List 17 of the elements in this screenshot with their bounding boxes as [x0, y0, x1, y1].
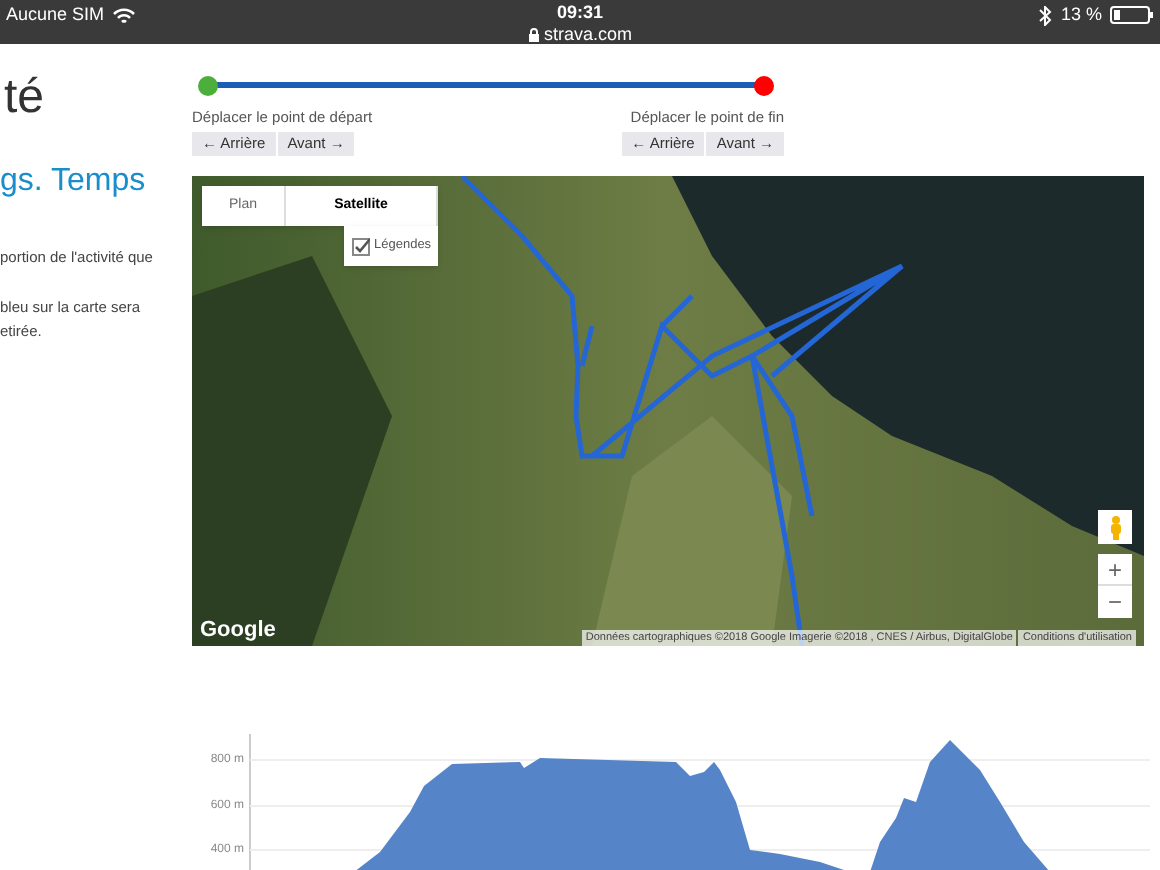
wifi-icon — [112, 6, 137, 25]
map-logo: Google — [200, 618, 276, 645]
section-heading: gs. Temps — [0, 162, 148, 202]
page-title: té — [4, 70, 47, 126]
battery-icon — [1110, 6, 1154, 25]
battery-percent: 13 % — [1060, 2, 1102, 28]
end-handle[interactable] — [754, 76, 774, 96]
person-icon — [1107, 515, 1123, 540]
zoom-out-button[interactable]: − — [1098, 586, 1132, 619]
clock: 09:31 — [556, 2, 604, 24]
start-handle[interactable] — [198, 76, 218, 96]
zoom-in-button[interactable]: + — [1098, 554, 1132, 587]
bluetooth-icon — [1038, 5, 1053, 26]
carrier-label: Aucune SIM — [6, 2, 105, 28]
lock-icon — [527, 28, 540, 42]
url-label: strava.com — [543, 24, 632, 46]
pegman-button[interactable] — [1098, 510, 1132, 545]
